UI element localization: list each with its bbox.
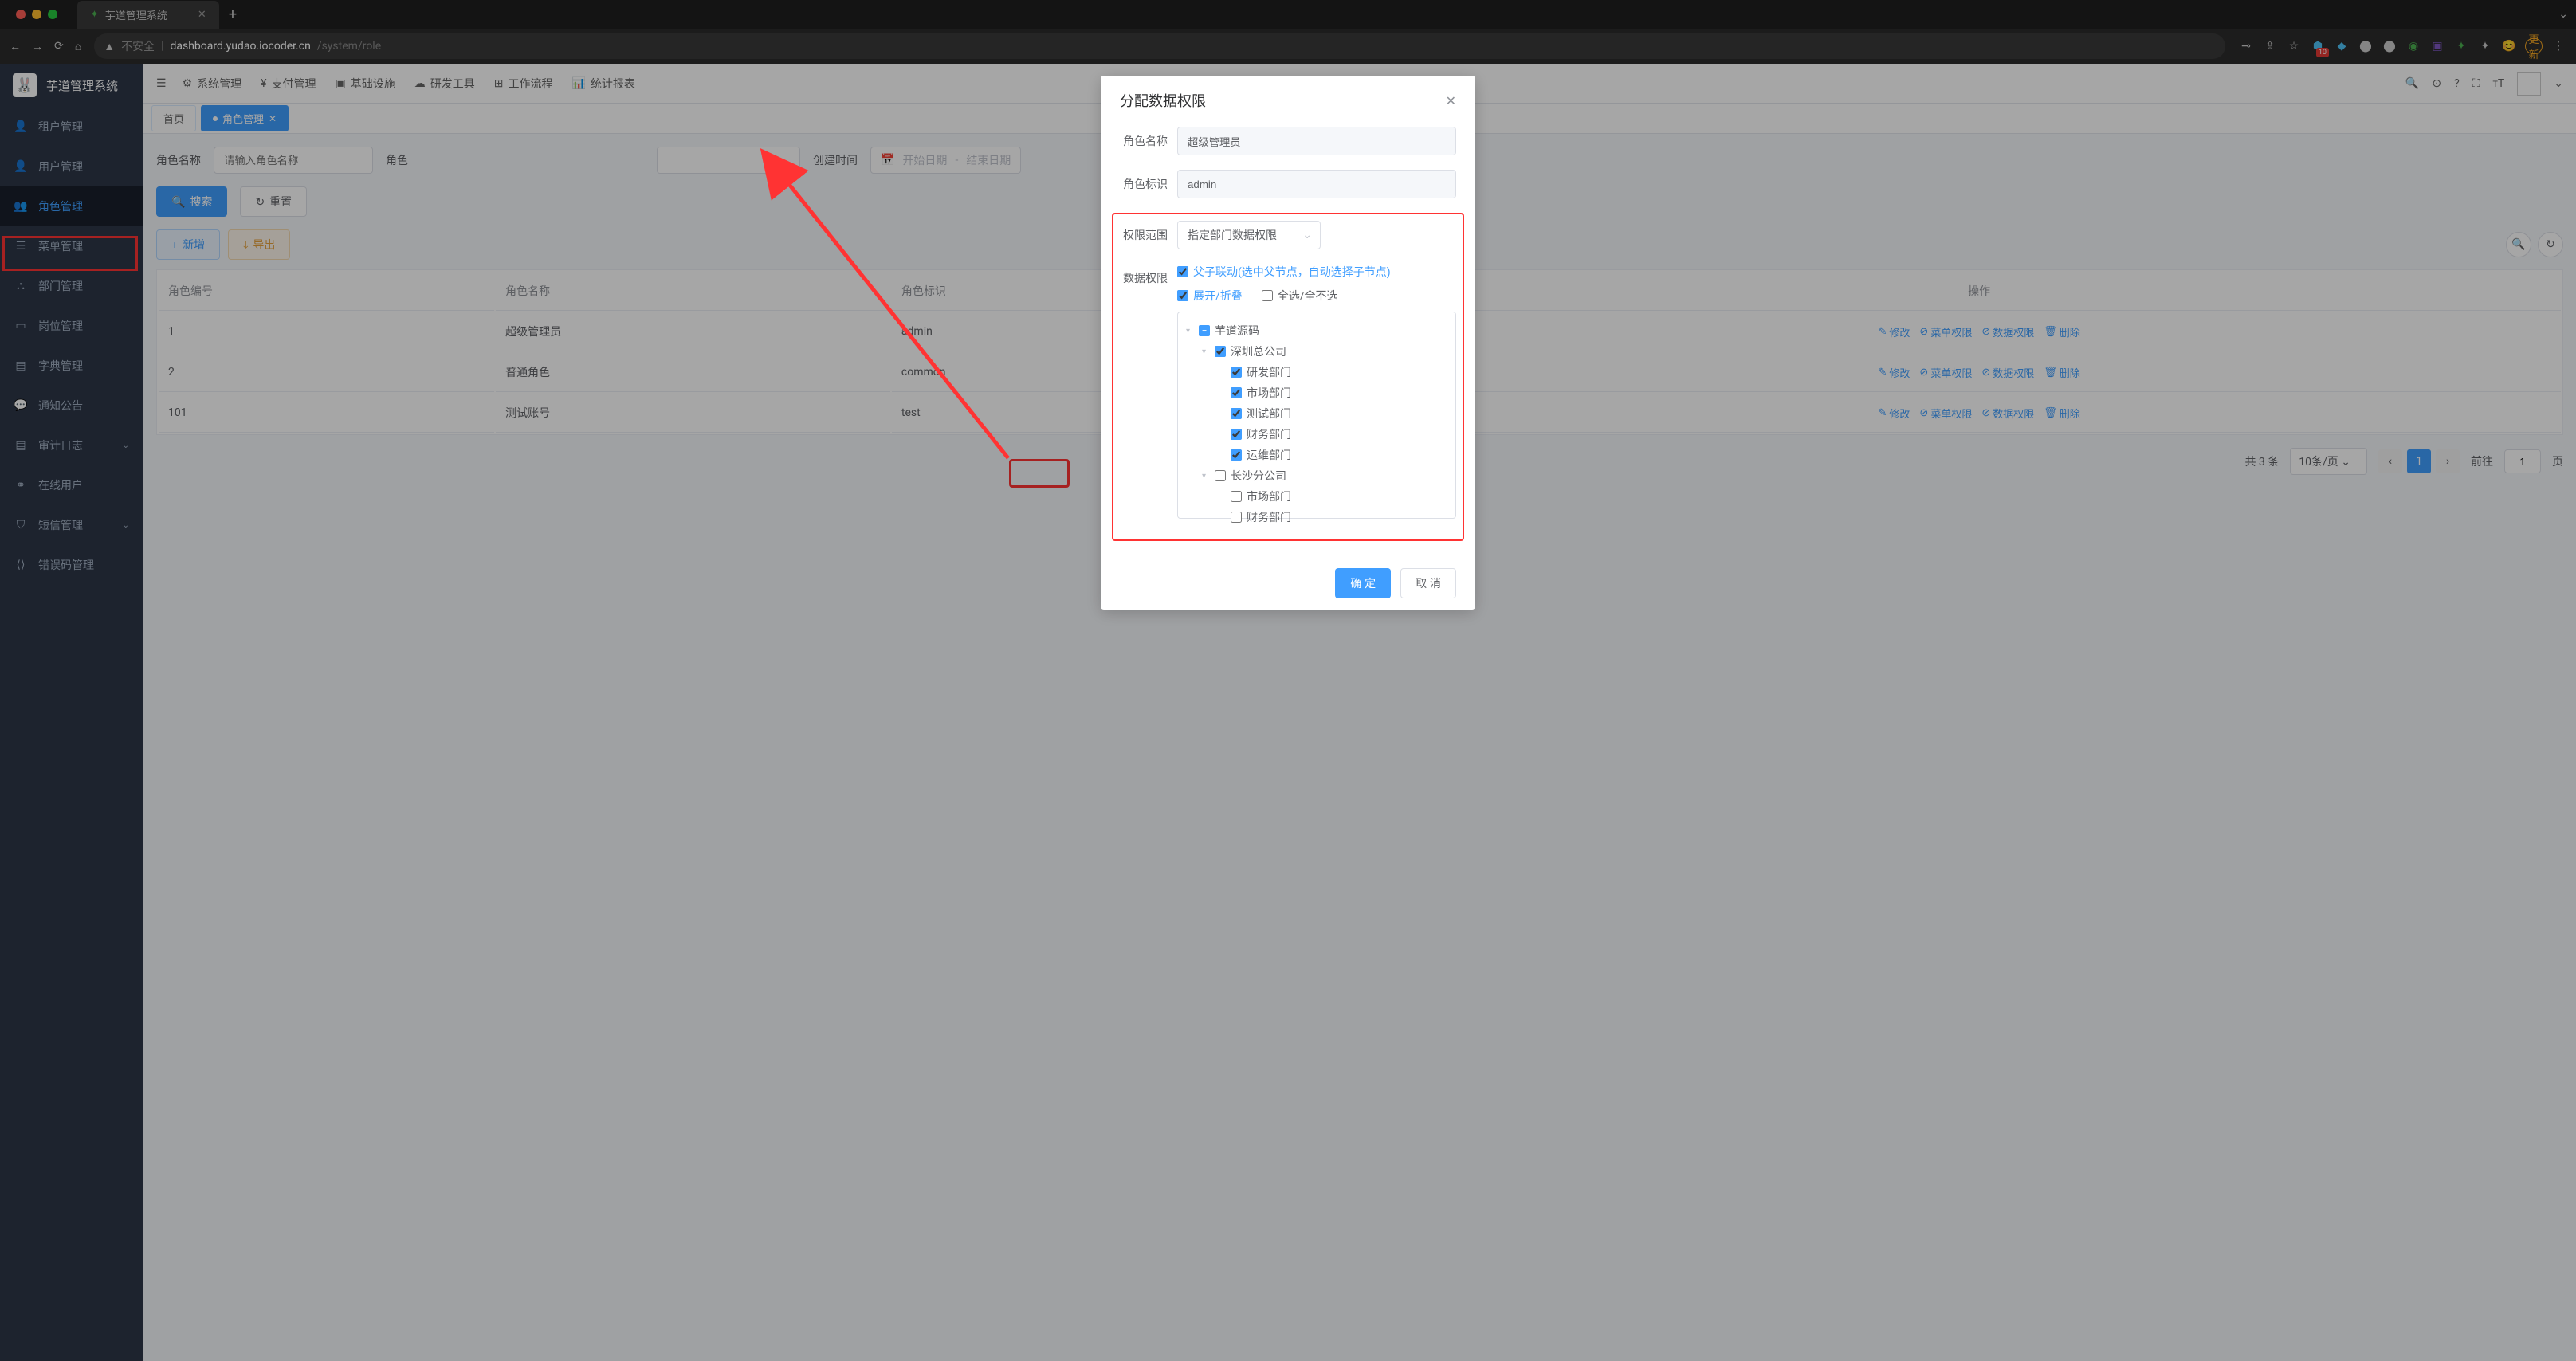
tree-checkbox[interactable] [1231,449,1242,461]
rolekey-label: 角色标识 [1120,170,1177,192]
dataperm-label: 数据权限 [1120,264,1177,286]
tree-node[interactable]: ▾ 长沙分公司 [1186,465,1447,486]
tree-label: 芋道源码 [1215,323,1259,339]
modal-header: 分配数据权限 ✕ [1101,76,1475,119]
tree-label: 财务部门 [1247,426,1291,442]
tree-checkbox[interactable] [1231,387,1242,398]
tree-toggle-icon[interactable]: ▾ [1202,347,1210,356]
tree-label: 市场部门 [1247,488,1291,504]
modal-title: 分配数据权限 [1120,90,1206,111]
selectall-checkbox[interactable]: 全选/全不选 [1262,288,1338,304]
tree-node[interactable]: 运维部门 [1186,445,1447,465]
modal-body: 角色名称 角色标识 权限范围 指定部门数据权限 数据权限 父子联动(选中父节点，… [1101,119,1475,557]
tree-checkbox[interactable] [1231,429,1242,440]
tree-checkbox[interactable] [1215,346,1226,357]
tree-node[interactable]: 研发部门 [1186,362,1447,382]
tree-label: 测试部门 [1247,406,1291,422]
scope-label: 权限范围 [1120,221,1177,243]
tree-node[interactable]: ▾ 深圳总公司 [1186,341,1447,362]
tree-checkbox[interactable] [1231,491,1242,502]
scope-select[interactable]: 指定部门数据权限 [1177,221,1321,249]
tree-toggle-icon[interactable]: ▾ [1186,327,1194,335]
tree-checkbox[interactable] [1215,470,1226,481]
tree-label: 长沙分公司 [1231,468,1286,484]
highlighted-permission-section: 权限范围 指定部门数据权限 数据权限 父子联动(选中父节点，自动选择子节点) 展… [1112,213,1464,541]
tree-node[interactable]: 测试部门 [1186,403,1447,424]
confirm-button[interactable]: 确 定 [1335,568,1391,598]
dept-tree: ▾−芋道源码▾深圳总公司研发部门市场部门测试部门财务部门运维部门▾长沙分公司市场… [1177,312,1456,519]
modal-footer: 确 定 取 消 [1101,557,1475,610]
data-permission-modal: 分配数据权限 ✕ 角色名称 角色标识 权限范围 指定部门数据权限 数据权限 父子… [1101,76,1475,610]
tree-checkbox[interactable] [1231,512,1242,523]
rolename-label: 角色名称 [1120,127,1177,149]
tree-node[interactable]: ▾−芋道源码 [1186,320,1447,341]
tree-node[interactable]: 市场部门 [1186,382,1447,403]
tree-toggle-icon[interactable]: ▾ [1202,472,1210,480]
tree-checkbox[interactable] [1231,408,1242,419]
tree-node[interactable]: 财务部门 [1186,507,1447,528]
tree-node[interactable]: 市场部门 [1186,486,1447,507]
tree-node[interactable]: 财务部门 [1186,424,1447,445]
tree-label: 运维部门 [1247,447,1291,463]
tree-label: 财务部门 [1247,509,1291,525]
rolename-input[interactable] [1177,127,1456,155]
tree-label: 深圳总公司 [1231,343,1286,359]
rolekey-input[interactable] [1177,170,1456,198]
modal-close-button[interactable]: ✕ [1446,93,1456,108]
cascade-checkbox[interactable]: 父子联动(选中父节点，自动选择子节点) [1177,264,1391,280]
tree-label: 市场部门 [1247,385,1291,401]
cancel-button[interactable]: 取 消 [1400,568,1456,598]
tree-label: 研发部门 [1247,364,1291,380]
expand-checkbox[interactable]: 展开/折叠 [1177,288,1243,304]
tree-checkbox-indeterminate[interactable]: − [1199,325,1210,336]
tree-checkbox[interactable] [1231,367,1242,378]
